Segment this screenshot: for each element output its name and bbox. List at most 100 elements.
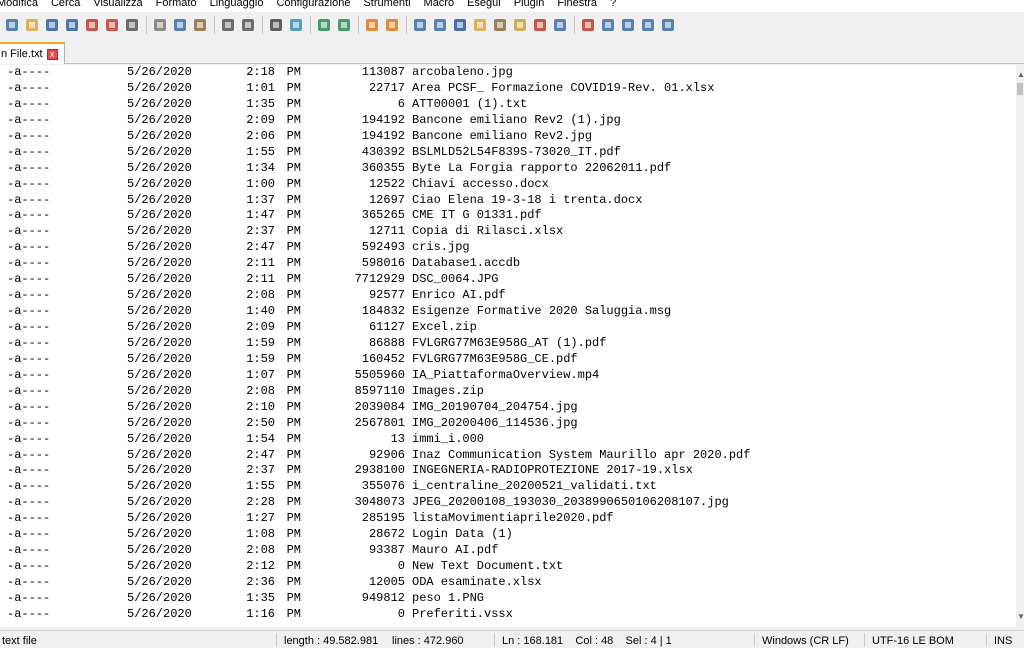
row-filename: Chiavi accesso.docx — [412, 176, 549, 191]
status-encoding[interactable]: UTF-16 LE BOM — [872, 635, 954, 647]
menu-item[interactable]: Visualizza — [93, 0, 142, 9]
sync-vertical-icon[interactable] — [364, 17, 380, 33]
row-mode: -a---- — [7, 399, 51, 414]
paste-icon[interactable] — [192, 17, 208, 33]
text-line[interactable]: -a---- 5/26/2020 2:47 PM 592493 cris.jpg — [7, 240, 1016, 256]
doc-map-icon[interactable] — [472, 17, 488, 33]
menu-item[interactable]: ? — [610, 0, 616, 9]
text-line[interactable]: -a---- 5/26/2020 2:08 PM 8597110 Images.zip — [7, 384, 1016, 400]
save-all-icon[interactable] — [64, 17, 80, 33]
text-line[interactable]: -a---- 5/26/2020 2:09 PM 61127 Excel.zip — [7, 320, 1016, 336]
tab-close-icon[interactable]: x — [46, 48, 58, 60]
zoom-in-icon[interactable] — [316, 17, 332, 33]
menu-item[interactable]: Cerca — [51, 0, 80, 9]
cut-icon[interactable] — [152, 17, 168, 33]
row-filename: Area PCSF_ Formazione COVID19-Rev. 01.xl… — [412, 80, 715, 95]
sync-horizontal-icon[interactable] — [384, 17, 400, 33]
menu-item[interactable]: Macro — [424, 0, 455, 9]
status-insert-mode[interactable]: INS — [994, 635, 1012, 647]
find-icon[interactable] — [268, 17, 284, 33]
text-line[interactable]: -a---- 5/26/2020 1:37 PM 12697 Ciao Elena 19-… — [7, 193, 1016, 209]
text-line[interactable]: -a---- 5/26/2020 1:08 PM 28672 Login Data (1) — [7, 527, 1016, 543]
text-line[interactable]: -a---- 5/26/2020 2:11 PM 598016 Database1.acc… — [7, 256, 1016, 272]
text-line[interactable]: -a---- 5/26/2020 2:28 PM 3048073 JPEG_2020010… — [7, 495, 1016, 511]
menu-item[interactable]: Esegui — [467, 0, 501, 9]
function-list-icon[interactable] — [492, 17, 508, 33]
tab-file[interactable]: n File.txt x — [0, 42, 65, 64]
text-line[interactable]: -a---- 5/26/2020 2:12 PM 0 New Text Document.… — [7, 559, 1016, 575]
indent-guide-icon[interactable] — [452, 17, 468, 33]
menu-item[interactable]: Finestra — [557, 0, 597, 9]
save-icon[interactable] — [44, 17, 60, 33]
row-mode: -a---- — [7, 575, 51, 589]
undo-icon[interactable] — [220, 17, 236, 33]
text-line[interactable]: -a---- 5/26/2020 2:50 PM 2567801 IMG_20200406… — [7, 416, 1016, 432]
text-line[interactable]: -a---- 5/26/2020 2:37 PM 12711 Copia di Rilas… — [7, 224, 1016, 240]
save-macro-icon[interactable] — [660, 17, 676, 33]
text-line[interactable]: -a---- 5/26/2020 1:40 PM 184832 Esigenze Form… — [7, 304, 1016, 320]
vertical-scrollbar[interactable]: ▲ ▼ — [1016, 65, 1024, 627]
close-all-icon[interactable] — [104, 17, 120, 33]
text-line[interactable]: -a---- 5/26/2020 2:37 PM 2938100 INGEGNERIA-R… — [7, 463, 1016, 479]
text-line[interactable]: -a---- 5/26/2020 2:10 PM 2039084 IMG_20190704… — [7, 400, 1016, 416]
row-date: 5/26/2020 — [127, 176, 192, 191]
text-editor[interactable]: -a---- 5/26/2020 2:18 PM 113087 arcobaleno.jp… — [0, 65, 1016, 627]
menu-item[interactable]: Configurazione — [276, 0, 350, 9]
scrollbar-thumb[interactable] — [1017, 83, 1023, 95]
show-all-chars-icon[interactable] — [432, 17, 448, 33]
print-icon[interactable] — [124, 17, 140, 33]
text-line[interactable]: -a---- 5/26/2020 2:36 PM 12005 ODA esaminate.… — [7, 575, 1016, 591]
redo-icon[interactable] — [240, 17, 256, 33]
text-line[interactable]: -a---- 5/26/2020 1:01 PM 22717 Area PCSF_ For… — [7, 81, 1016, 97]
text-line[interactable]: -a---- 5/26/2020 1:27 PM 285195 listaMoviment… — [7, 511, 1016, 527]
text-line[interactable]: -a---- 5/26/2020 1:55 PM 430392 BSLMLD52L54F8… — [7, 145, 1016, 161]
menu-item[interactable]: Strumenti — [363, 0, 410, 9]
menu-item[interactable]: Plugin — [514, 0, 545, 9]
text-line[interactable]: -a---- 5/26/2020 2:09 PM 194192 Bancone emili… — [7, 113, 1016, 129]
menu-item[interactable]: Linguaggio — [210, 0, 264, 9]
word-wrap-icon[interactable] — [412, 17, 428, 33]
text-line[interactable]: -a---- 5/26/2020 2:08 PM 93387 Mauro AI.pdf — [7, 543, 1016, 559]
row-ampm: PM — [286, 606, 301, 621]
text-line[interactable]: -a---- 5/26/2020 1:59 PM 160452 FVLGRG77M63E9… — [7, 352, 1016, 368]
monitor-icon[interactable] — [552, 17, 568, 33]
menu-item[interactable]: Modifica — [0, 0, 38, 9]
text-line[interactable]: -a---- 5/26/2020 2:08 PM 92577 Enrico AI.pdf — [7, 288, 1016, 304]
text-line[interactable]: -a---- 5/26/2020 2:11 PM 7712929 DSC_0064.JPG — [7, 272, 1016, 288]
row-mode: -a---- — [7, 240, 51, 255]
open-file-icon[interactable] — [24, 17, 40, 33]
new-file-icon[interactable] — [4, 17, 20, 33]
row-size: 598016 — [361, 256, 405, 271]
document-list-icon[interactable] — [532, 17, 548, 33]
toolbar-separator — [214, 16, 215, 34]
folder-workspace-icon[interactable] — [512, 17, 528, 33]
run-macro-multiple-icon[interactable] — [640, 17, 656, 33]
text-line[interactable]: -a---- 5/26/2020 1:55 PM 355076 i_centraline_… — [7, 479, 1016, 495]
text-line[interactable]: -a---- 5/26/2020 1:35 PM 949812 peso 1.PNG — [7, 591, 1016, 607]
scroll-down-icon[interactable]: ▼ — [1017, 613, 1024, 621]
zoom-out-icon[interactable] — [336, 17, 352, 33]
text-line[interactable]: -a---- 5/26/2020 2:18 PM 113087 arcobaleno.jp… — [7, 65, 1016, 81]
text-line[interactable]: -a---- 5/26/2020 1:54 PM 13 immi_i.000 — [7, 432, 1016, 448]
text-line[interactable]: -a---- 5/26/2020 1:34 PM 360355 Byte La Forgi… — [7, 161, 1016, 177]
text-line[interactable]: -a---- 5/26/2020 1:07 PM 5505960 IA_Piattafor… — [7, 368, 1016, 384]
copy-icon[interactable] — [172, 17, 188, 33]
menu-item[interactable]: Formato — [156, 0, 197, 9]
stop-macro-icon[interactable] — [600, 17, 616, 33]
status-eol[interactable]: Windows (CR LF) — [762, 635, 849, 647]
close-icon[interactable] — [84, 17, 100, 33]
play-macro-icon[interactable] — [620, 17, 636, 33]
text-line[interactable]: -a---- 5/26/2020 1:00 PM 12522 Chiavi accesso… — [7, 177, 1016, 193]
scroll-up-icon[interactable]: ▲ — [1017, 71, 1024, 79]
row-filename: immi_i.000 — [412, 431, 485, 446]
text-line[interactable]: -a---- 5/26/2020 1:47 PM 365265 CME IT G 0133… — [7, 208, 1016, 224]
text-line[interactable]: -a---- 5/26/2020 2:47 PM 92906 Inaz Communica… — [7, 448, 1016, 464]
row-time: 2:50 — [246, 415, 275, 430]
text-line[interactable]: -a---- 5/26/2020 1:59 PM 86888 FVLGRG77M63E95… — [7, 336, 1016, 352]
record-macro-icon[interactable] — [580, 17, 596, 33]
row-size: 194192 — [361, 128, 405, 143]
text-line[interactable]: -a---- 5/26/2020 2:06 PM 194192 Bancone emili… — [7, 129, 1016, 145]
text-line[interactable]: -a---- 5/26/2020 1:35 PM 6 ATT00001 (1).txt — [7, 97, 1016, 113]
replace-icon[interactable] — [288, 17, 304, 33]
text-line[interactable]: -a---- 5/26/2020 1:16 PM 0 Preferiti.vssx — [7, 607, 1016, 623]
